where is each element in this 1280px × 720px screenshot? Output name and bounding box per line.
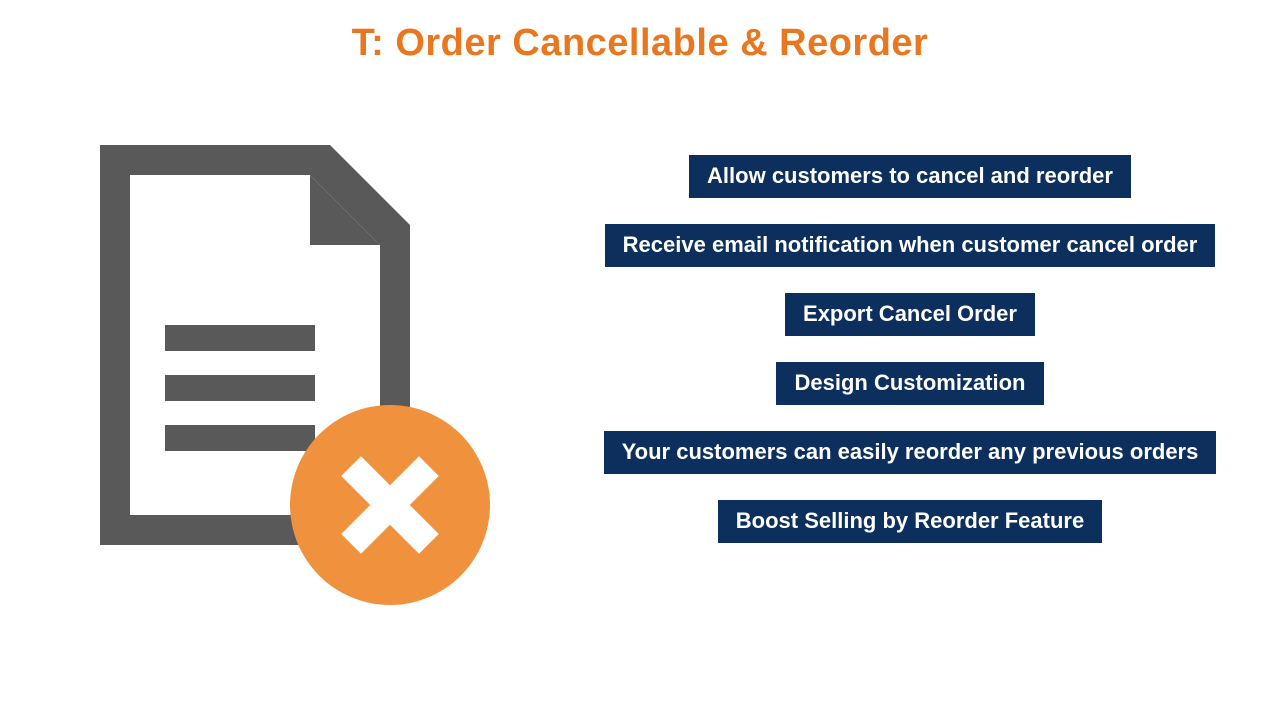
feature-item: Export Cancel Order (785, 293, 1035, 336)
feature-item: Design Customization (776, 362, 1043, 405)
feature-item: Receive email notification when customer… (605, 224, 1216, 267)
document-cancel-icon (80, 135, 500, 615)
page-title: T: Order Cancellable & Reorder (0, 22, 1280, 65)
slide: T: Order Cancellable & Reorder (0, 0, 1280, 720)
feature-item: Boost Selling by Reorder Feature (718, 500, 1102, 543)
feature-item: Your customers can easily reorder any pr… (604, 431, 1217, 474)
feature-list: Allow customers to cancel and reorder Re… (560, 155, 1260, 543)
cancel-badge-icon (290, 405, 490, 605)
feature-item: Allow customers to cancel and reorder (689, 155, 1131, 198)
